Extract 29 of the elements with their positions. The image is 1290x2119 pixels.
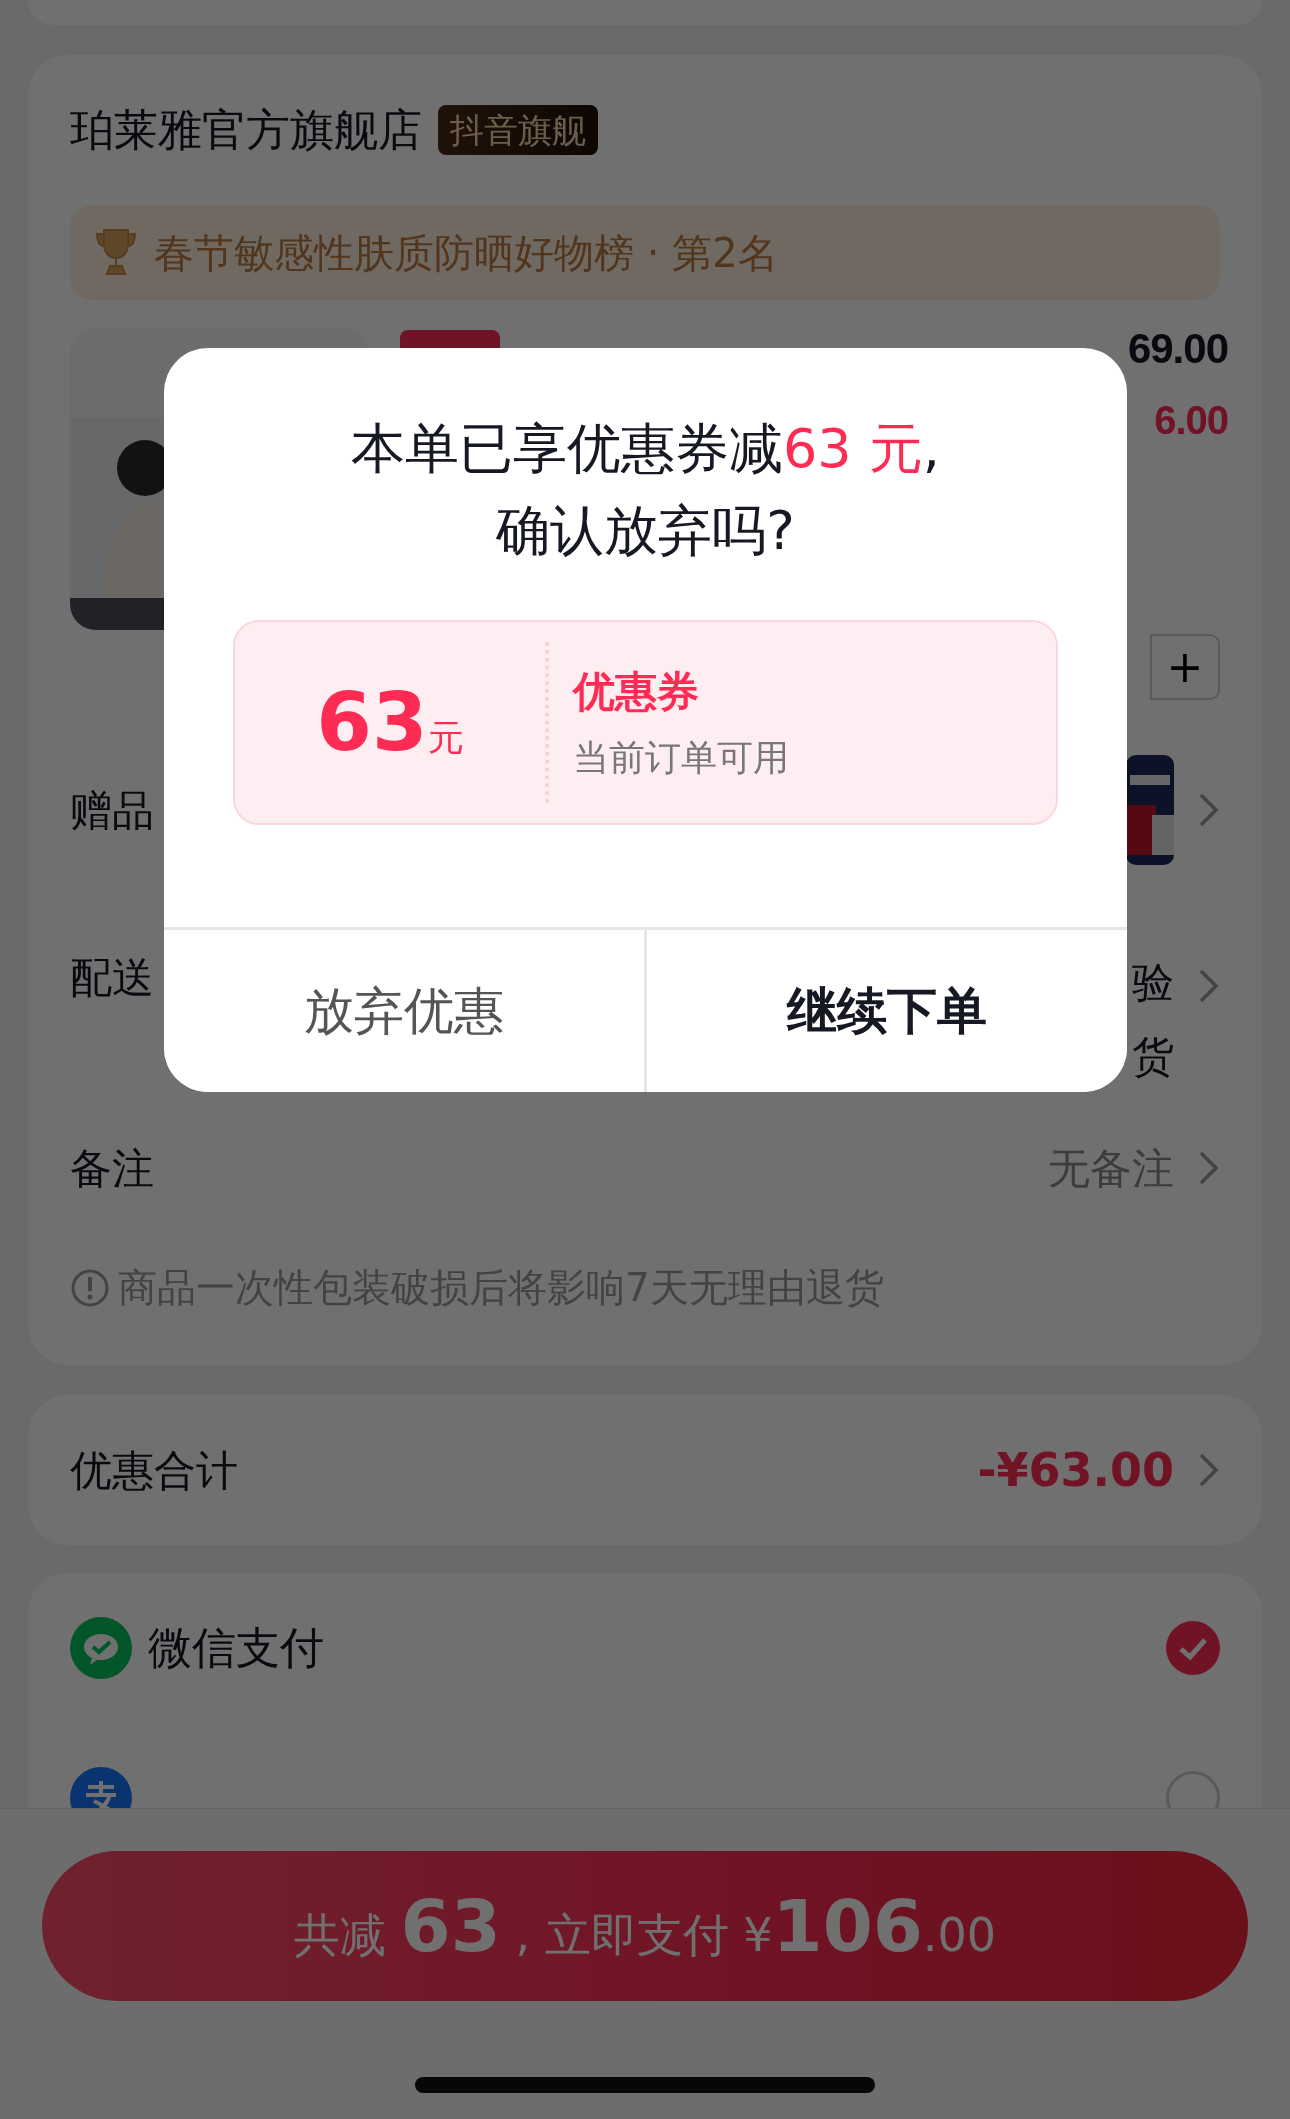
discount-card[interactable]: 优惠合计 -¥63.00 bbox=[28, 1395, 1262, 1545]
checked-radio[interactable] bbox=[1166, 1621, 1220, 1675]
chevron-icon bbox=[1198, 1452, 1220, 1488]
coupon-description: 当前订单可用 bbox=[573, 736, 789, 780]
discount-value: -¥63.00 bbox=[977, 1441, 1174, 1499]
store-badge: 抖音旗舰 bbox=[438, 105, 598, 155]
chevron-icon bbox=[1198, 968, 1220, 1004]
coupon-amount: 63 元 bbox=[316, 674, 464, 771]
payment-name: 微信支付 bbox=[148, 1621, 324, 1675]
abandon-button[interactable]: 放弃优惠 bbox=[164, 930, 647, 1092]
store-name[interactable]: 珀莱雅官方旗舰店 bbox=[70, 97, 422, 163]
wechat-icon bbox=[70, 1617, 132, 1679]
row-label: 优惠合计 bbox=[70, 1444, 238, 1497]
row-label: 配送 bbox=[70, 952, 154, 1004]
pay-button[interactable]: 共减 63 , 立即支付 ¥106.00 bbox=[42, 1851, 1248, 2001]
chevron-icon bbox=[1198, 1150, 1220, 1186]
ranking-text: 春节敏感性肤质防晒好物榜 · 第2名 bbox=[154, 228, 778, 278]
discount-price: 6.00 bbox=[1154, 400, 1228, 440]
increase-button[interactable]: + bbox=[1150, 634, 1220, 700]
coupon-name: 优惠券 bbox=[573, 666, 700, 718]
row-label: 备注 bbox=[70, 1142, 154, 1195]
dialog-title: 本单已享优惠券减63 元, 确认放弃吗? bbox=[350, 416, 941, 564]
delivery-value: 验货 bbox=[1132, 957, 1174, 1083]
info-icon bbox=[70, 1268, 110, 1308]
chevron-icon bbox=[1198, 792, 1220, 828]
ranking-banner[interactable]: 春节敏感性肤质防晒好物榜 · 第2名 bbox=[70, 205, 1220, 300]
row-label: 赠品 bbox=[70, 784, 154, 837]
trophy-icon bbox=[94, 227, 138, 278]
product-price: 69.00 bbox=[1127, 328, 1228, 370]
